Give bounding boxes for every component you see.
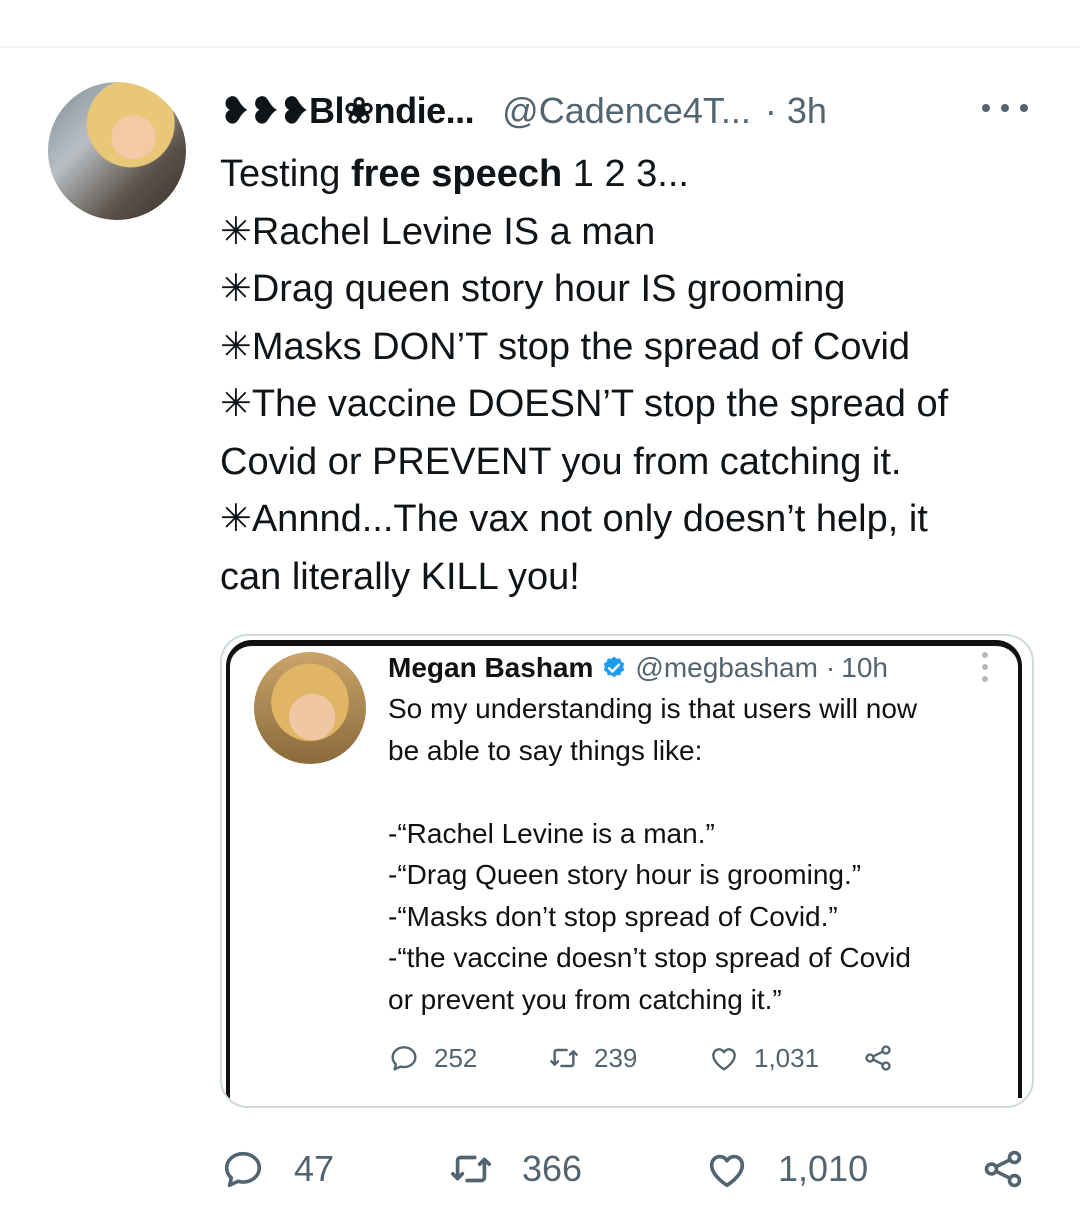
quoted-reply-count: 252 (434, 1042, 478, 1073)
like-count: 1,010 (778, 1148, 869, 1189)
tweet-text-line: ✳Drag queen story hour IS grooming (220, 268, 846, 310)
more-icon (982, 104, 990, 112)
display-name[interactable]: ❥❥❥Bl❀ndie... (220, 90, 475, 132)
quoted-avatar (254, 652, 366, 764)
quoted-text-line: -“the vaccine doesn’t stop spread of Cov… (388, 942, 911, 973)
timestamp[interactable]: 3h (787, 90, 827, 132)
retweet-icon (550, 1048, 578, 1068)
tweet-text-line: Testing free speech 1 2 3... (220, 153, 689, 195)
tweet-text-line: ✳The vaccine DOESN’T stop the spread of (220, 383, 949, 425)
quoted-media[interactable]: Megan Basham @megbasham · 10h So my unde… (220, 634, 1034, 1108)
quoted-display-name: Megan Basham (388, 652, 594, 683)
reply-icon (224, 1151, 262, 1188)
retweet-button[interactable]: 366 (448, 1146, 582, 1192)
quoted-text-line: -“Masks don’t stop spread of Covid.” (388, 900, 838, 932)
more-icon (1020, 104, 1028, 112)
quoted-timestamp: 10h (841, 652, 888, 683)
quoted-retweet-count: 239 (594, 1042, 638, 1073)
quoted-more-icon (982, 652, 988, 682)
like-icon (709, 1154, 745, 1188)
quoted-like: 1,031 (708, 1042, 862, 1074)
tweet-text: Testing free speech 1 2 3... ✳Rachel Lev… (220, 146, 1050, 606)
verified-icon (604, 656, 625, 678)
quoted-like-count: 1,031 (754, 1042, 820, 1073)
like-button[interactable]: 1,010 (704, 1146, 868, 1192)
tweet-text-line: ✳Annnd...The vax not only doesn’t help, … (220, 498, 928, 540)
action-bar: 47 366 1,010 (220, 1146, 1040, 1192)
quoted-text: So my understanding is that users will n… (388, 688, 1008, 1020)
quoted-retweet: 239 (548, 1042, 708, 1074)
quoted-text-line: or prevent you from catching it.” (388, 983, 782, 1015)
share-icon (984, 1150, 1022, 1188)
like-icon (712, 1048, 736, 1071)
separator-dot: · (764, 90, 777, 131)
reply-button[interactable]: 47 (220, 1146, 334, 1192)
quoted-action-bar: 252 239 1,031 (388, 1040, 894, 1076)
quoted-separator-dot: · (825, 652, 836, 683)
share-button[interactable] (980, 1146, 1026, 1192)
retweet-icon (450, 1155, 492, 1183)
more-icon (1001, 104, 1009, 112)
more-options-button[interactable] (982, 92, 1028, 124)
avatar[interactable] (48, 82, 186, 220)
reply-count: 47 (294, 1148, 335, 1189)
quoted-text-line: -“Rachel Levine is a man.” (388, 817, 715, 849)
quoted-text-line (388, 771, 1008, 813)
reply-icon (391, 1046, 417, 1071)
tweet-header: ❥❥❥Bl❀ndie... @Cadence4T... · 3h (220, 86, 827, 136)
tweet-text-line: can literally KILL you! (220, 555, 580, 598)
quoted-handle: @megbasham (635, 652, 818, 683)
quoted-text-line: So my understanding is that users will n… (388, 693, 918, 724)
quoted-text-line: be able to say things like: (388, 734, 703, 766)
quoted-text-line: -“Drag Queen story hour is grooming.” (388, 859, 862, 890)
top-divider (0, 46, 1080, 48)
share-icon (865, 1045, 891, 1071)
tweet-text-line: Covid or PREVENT you from catching it. (220, 440, 902, 483)
handle[interactable]: @Cadence4T... (502, 90, 751, 132)
retweet-count: 366 (522, 1148, 583, 1189)
quoted-header: Megan Basham @megbasham · 10h (388, 650, 888, 686)
tweet-text-line: ✳Masks DON’T stop the spread of Covid (220, 325, 911, 368)
quoted-share (862, 1042, 894, 1074)
quoted-reply: 252 (388, 1042, 548, 1074)
tweet-text-line: ✳Rachel Levine IS a man (220, 210, 656, 253)
